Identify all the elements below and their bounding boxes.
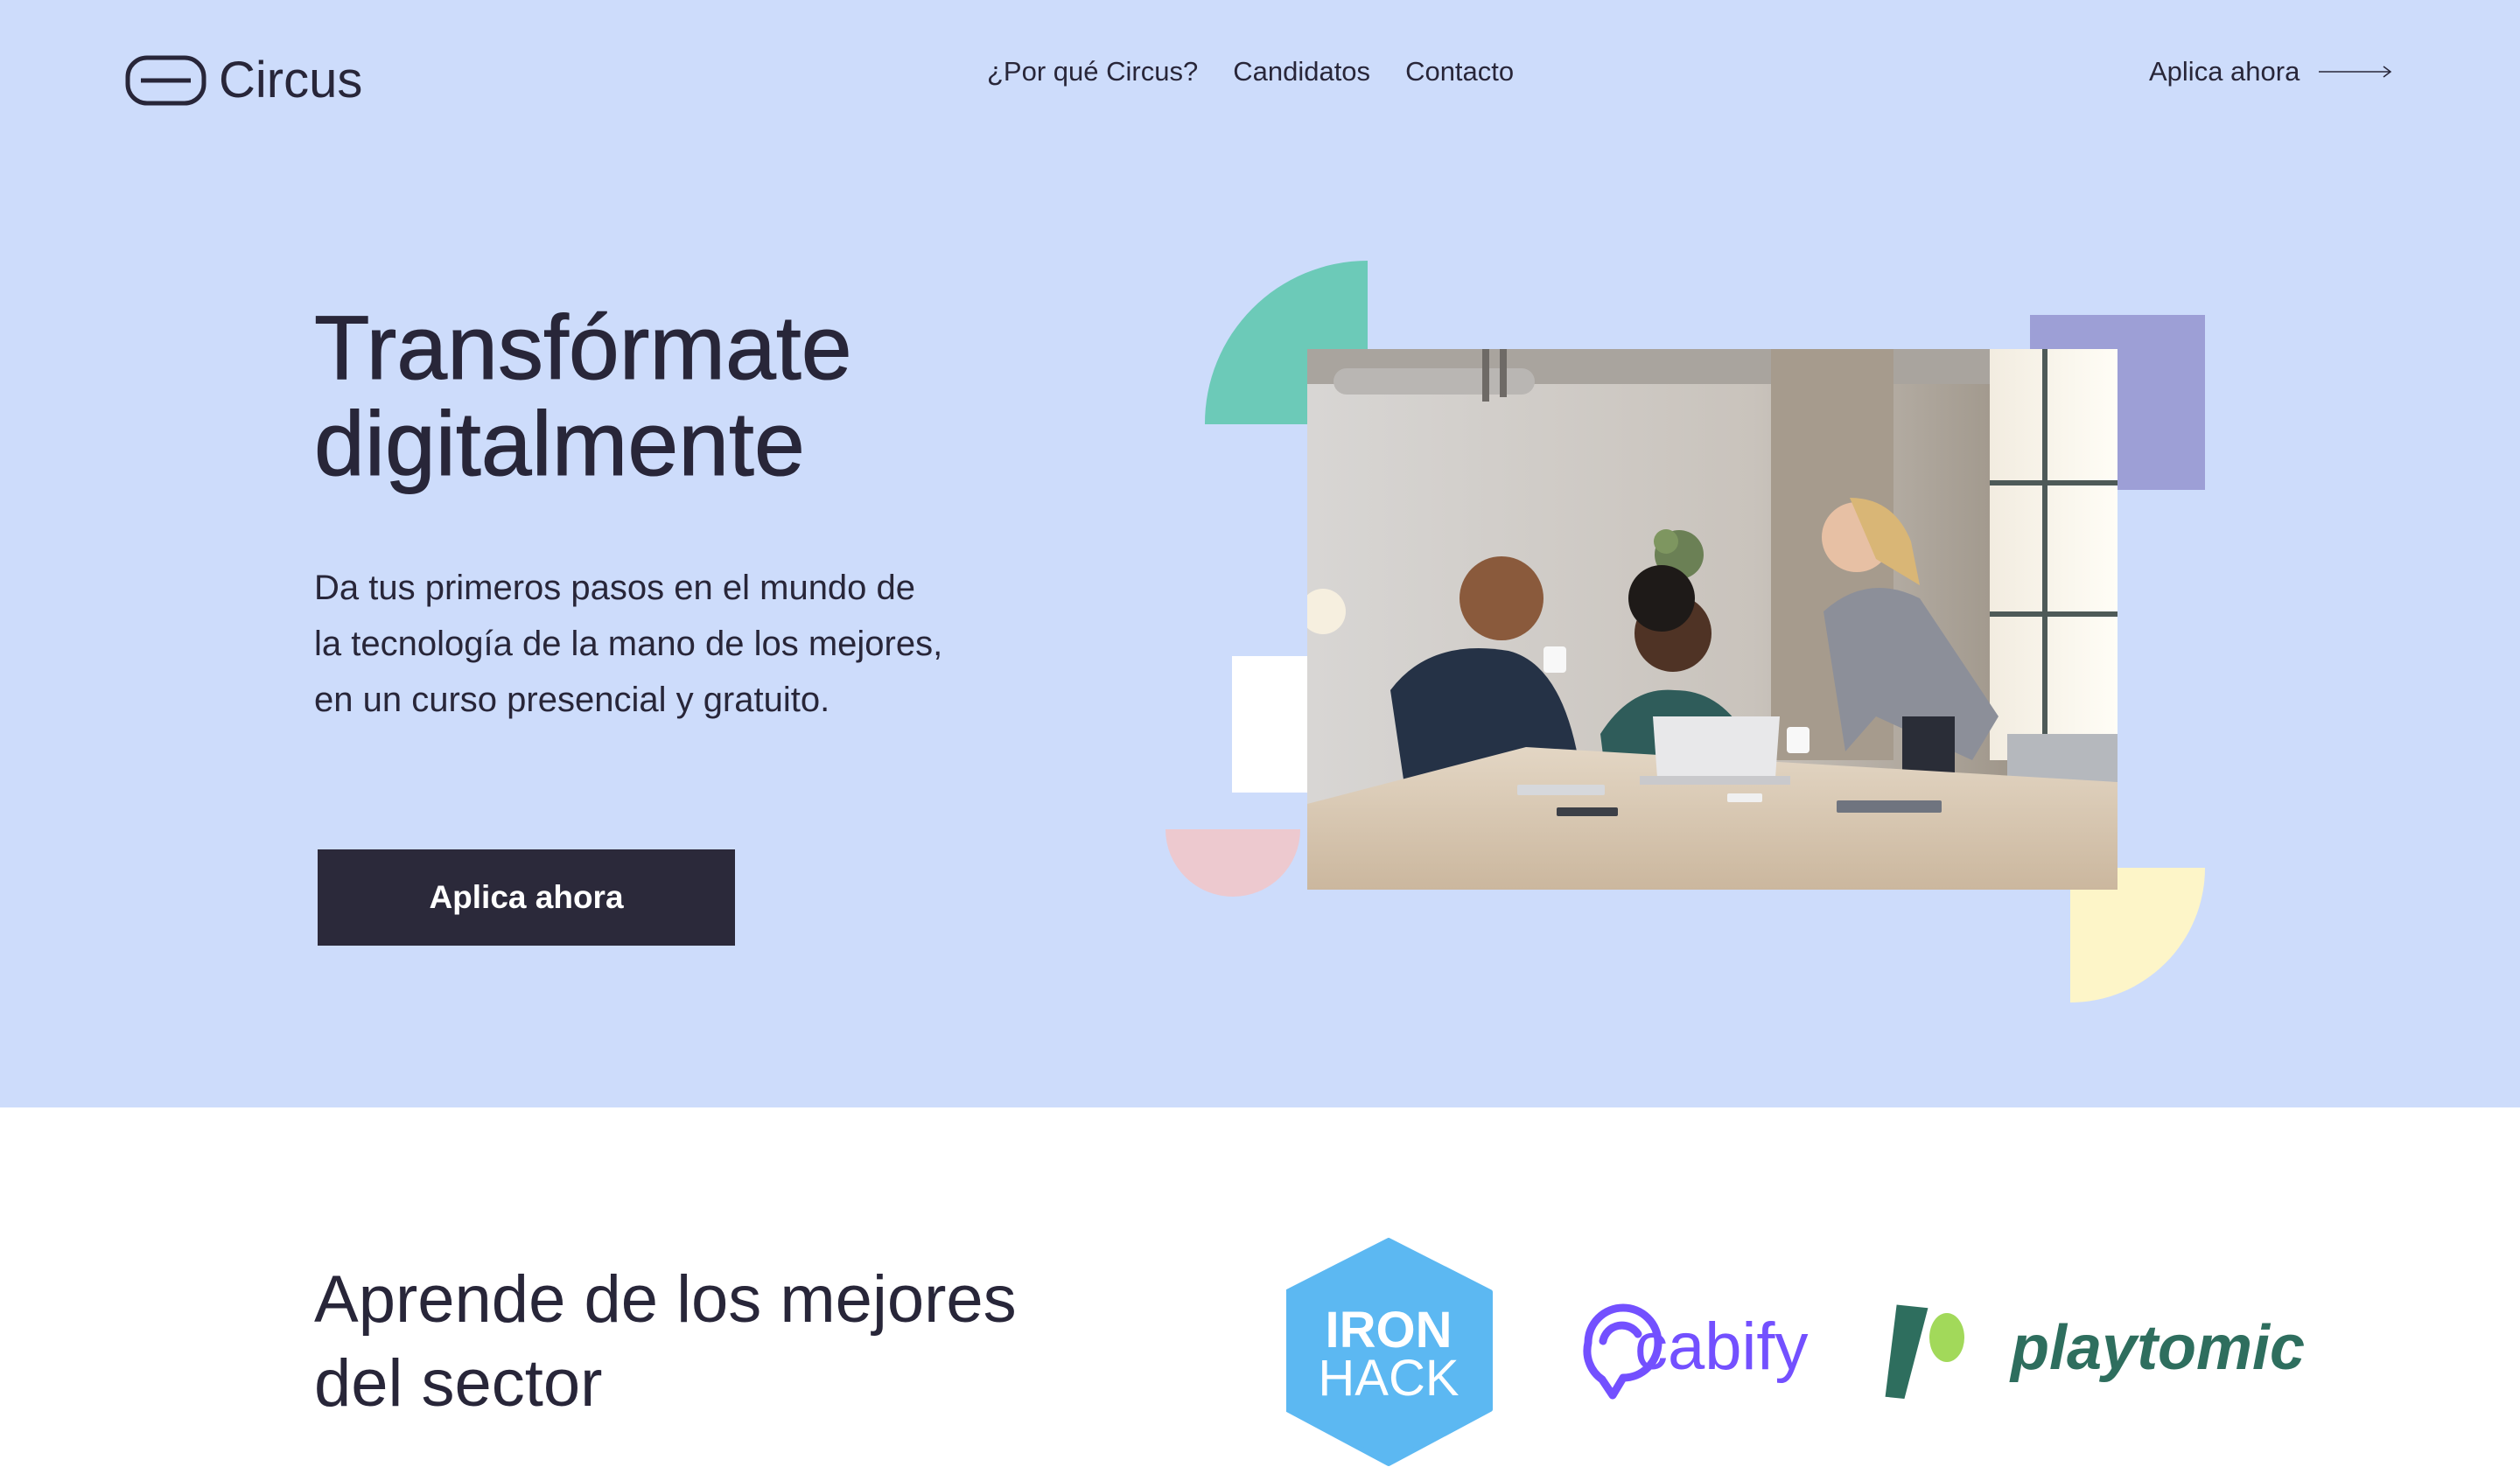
hero-decorative-shapes [1166, 261, 2205, 1002]
team-meeting-photo [1307, 349, 2118, 890]
cabify-logo-text: cabify [1634, 1310, 1809, 1384]
partners-title-line2: del sector [314, 1346, 603, 1421]
playtomic-logo-text: playtomic [2009, 1313, 2305, 1383]
ironhack-logo-icon: IRON HACK [1286, 1238, 1493, 1466]
white-rect-shape [1232, 656, 1311, 793]
hero-section: Circus ¿Por qué Circus? Candidatos Conta… [0, 0, 2520, 1107]
cabify-logo-icon: cabify [1583, 1303, 1809, 1400]
pink-half-shape [1166, 829, 1300, 897]
partner-logos: IRON HACK cabify playtomic [1286, 1238, 2305, 1466]
playtomic-logo-icon: playtomic [1885, 1304, 2305, 1400]
partners-section-title: Aprende de los mejores del sector [314, 1258, 1017, 1426]
ironhack-logo-line2: HACK [1318, 1350, 1459, 1407]
partners-title-line1: Aprende de los mejores [314, 1262, 1017, 1337]
